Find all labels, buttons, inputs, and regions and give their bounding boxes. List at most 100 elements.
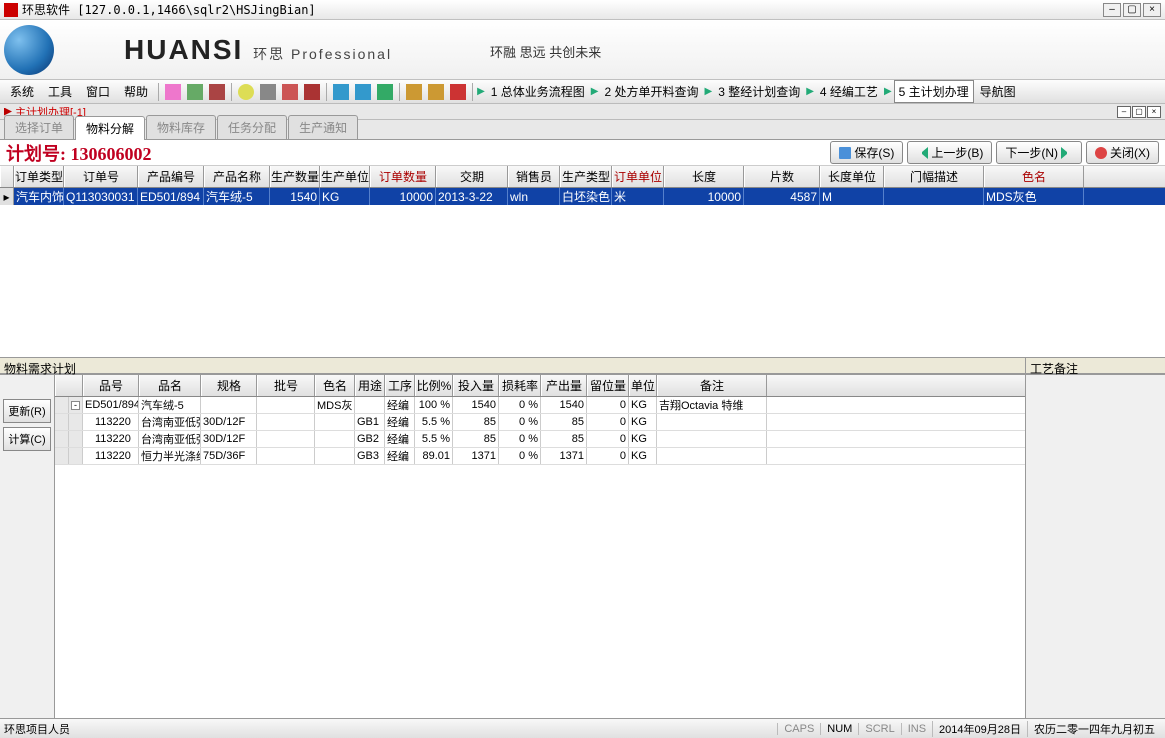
column-header[interactable]: 损耗率 [499,375,541,396]
column-header[interactable]: 用途 [355,375,385,396]
column-header[interactable]: 工序 [385,375,415,396]
window-controls: – ▢ × [1103,3,1161,17]
help-icon[interactable] [238,84,254,100]
tree-cell: 1540 [541,397,587,413]
column-header[interactable]: 长度单位 [820,166,884,187]
tree-cell: 85 [541,414,587,430]
status-lunar: 农历二零一四年九月初五 [1027,721,1161,737]
tree-cell: 5.5 % [415,414,453,430]
toolbar-icon[interactable] [304,84,320,100]
column-header[interactable]: 产出量 [541,375,587,396]
toolbar-icon[interactable] [165,84,181,100]
save-button[interactable]: 保存(S) [830,141,903,164]
table-row[interactable]: ▸汽车内饰Q113030031ED501/894汽车绒-51540KG10000… [0,188,1165,205]
tree-cell: 1371 [453,448,499,464]
column-header[interactable]: 批号 [257,375,315,396]
menu-tools[interactable]: 工具 [42,81,78,102]
tab-task-assign[interactable]: 任务分配 [217,115,287,139]
column-header[interactable]: 生产单位 [320,166,370,187]
table-cell: M [820,188,884,205]
craft-note-title: 工艺备注 [1025,358,1165,374]
column-header[interactable]: 门幅描述 [884,166,984,187]
column-header[interactable]: 长度 [664,166,744,187]
nav-step-1[interactable]: 1 总体业务流程图 [487,81,589,102]
app-banner: HUANSI 环思 Professional 环融 思远 共创未来 [0,20,1165,80]
tree-cell [657,448,767,464]
child-close-button[interactable]: × [1147,106,1161,118]
child-max-button[interactable]: ▢ [1132,106,1146,118]
column-header[interactable]: 片数 [744,166,820,187]
column-header[interactable]: 生产类型 [560,166,612,187]
tree-cell: 89.01 [415,448,453,464]
column-header[interactable]: 投入量 [453,375,499,396]
nav-step-3[interactable]: 3 整经计划查询 [714,81,804,102]
table-cell: 10000 [664,188,744,205]
maximize-button[interactable]: ▢ [1123,3,1141,17]
nav-step-nav[interactable]: 导航图 [976,81,1020,102]
minimize-button[interactable]: – [1103,3,1121,17]
column-header[interactable]: 品号 [83,375,139,396]
refresh-button[interactable]: 更新(R) [3,399,51,423]
nav-step-4[interactable]: 4 经编工艺 [816,81,882,102]
nav-step-5[interactable]: 5 主计划办理 [894,80,974,103]
tree-row[interactable]: 113220台湾南亚低弹丝30D/12FGB2经编5.5 %850 %850KG [55,431,1025,448]
status-caps: CAPS [777,723,820,735]
menu-system[interactable]: 系统 [4,81,40,102]
column-header[interactable]: 产品名称 [204,166,270,187]
menubar: 系统 工具 窗口 帮助 ▶ 1 总体业务流程图 ▶ 2 处方单开料查询 ▶ 3 … [0,80,1165,104]
column-header[interactable]: 订单单位 [612,166,664,187]
close-button[interactable]: × [1143,3,1161,17]
toolbar-icon[interactable] [406,84,422,100]
toolbar-icon[interactable] [377,84,393,100]
tree-cell: GB1 [355,414,385,430]
tab-material-stock[interactable]: 物料库存 [146,115,216,139]
craft-note-panel[interactable] [1025,375,1165,720]
toolbar-icon[interactable] [355,84,371,100]
stop-icon[interactable] [450,84,466,100]
column-header[interactable]: 留位量 [587,375,629,396]
column-header[interactable]: 色名 [315,375,355,396]
column-header[interactable]: 规格 [201,375,257,396]
nav-step-2[interactable]: 2 处方单开料查询 [600,81,702,102]
tree-row[interactable]: 113220恒力半光涤纶丝75D/36FGB3经编89.0113710 %137… [55,448,1025,465]
calc-button[interactable]: 计算(C) [3,427,51,451]
column-header[interactable]: 生产数量 [270,166,320,187]
column-header[interactable]: 订单号 [64,166,138,187]
toolbar-icon[interactable] [428,84,444,100]
toolbar-icon[interactable] [333,84,349,100]
prev-button[interactable]: 上一步(B) [907,141,992,164]
child-min-button[interactable]: – [1117,106,1131,118]
expander-icon[interactable]: - [71,401,80,410]
column-header[interactable]: 销售员 [508,166,560,187]
column-header[interactable]: 色名 [984,166,1084,187]
tree-cell: GB3 [355,448,385,464]
column-header[interactable]: 比例% [415,375,453,396]
next-icon [1061,147,1073,159]
tab-select-order[interactable]: 选择订单 [4,115,74,139]
toolbar-icon[interactable] [187,84,203,100]
next-button[interactable]: 下一步(N) [996,141,1082,164]
toolbar-icon[interactable] [209,84,225,100]
toolbar-icon[interactable] [260,84,276,100]
nav-arrow-icon: ▶ [806,86,814,97]
column-header[interactable]: 单位 [629,375,657,396]
menu-help[interactable]: 帮助 [118,81,154,102]
column-header[interactable]: 产品编号 [138,166,204,187]
column-header[interactable]: 品名 [139,375,201,396]
menu-window[interactable]: 窗口 [80,81,116,102]
tree-cell [257,431,315,447]
tab-production-notice[interactable]: 生产通知 [288,115,358,139]
close-panel-button[interactable]: 关闭(X) [1086,141,1159,164]
toolbar-icon[interactable] [282,84,298,100]
tab-material-breakdown[interactable]: 物料分解 [75,116,145,140]
column-header[interactable]: 备注 [657,375,767,396]
tree-row[interactable]: -ED501/894汽车绒-5MDS灰经编100 %15400 %15400KG… [55,397,1025,414]
column-header[interactable]: 订单类型 [14,166,64,187]
tree-cell: 1371 [541,448,587,464]
column-header[interactable]: 订单数量 [370,166,436,187]
column-header[interactable]: 交期 [436,166,508,187]
tree-cell: 经编 [385,448,415,464]
tree-row[interactable]: 113220台湾南亚低弹丝30D/12FGB1经编5.5 %850 %850KG [55,414,1025,431]
tree-cell: 0 % [499,414,541,430]
window-title: 环思软件 [127.0.0.1,1466\sqlr2\HSJingBian] [22,1,1103,18]
